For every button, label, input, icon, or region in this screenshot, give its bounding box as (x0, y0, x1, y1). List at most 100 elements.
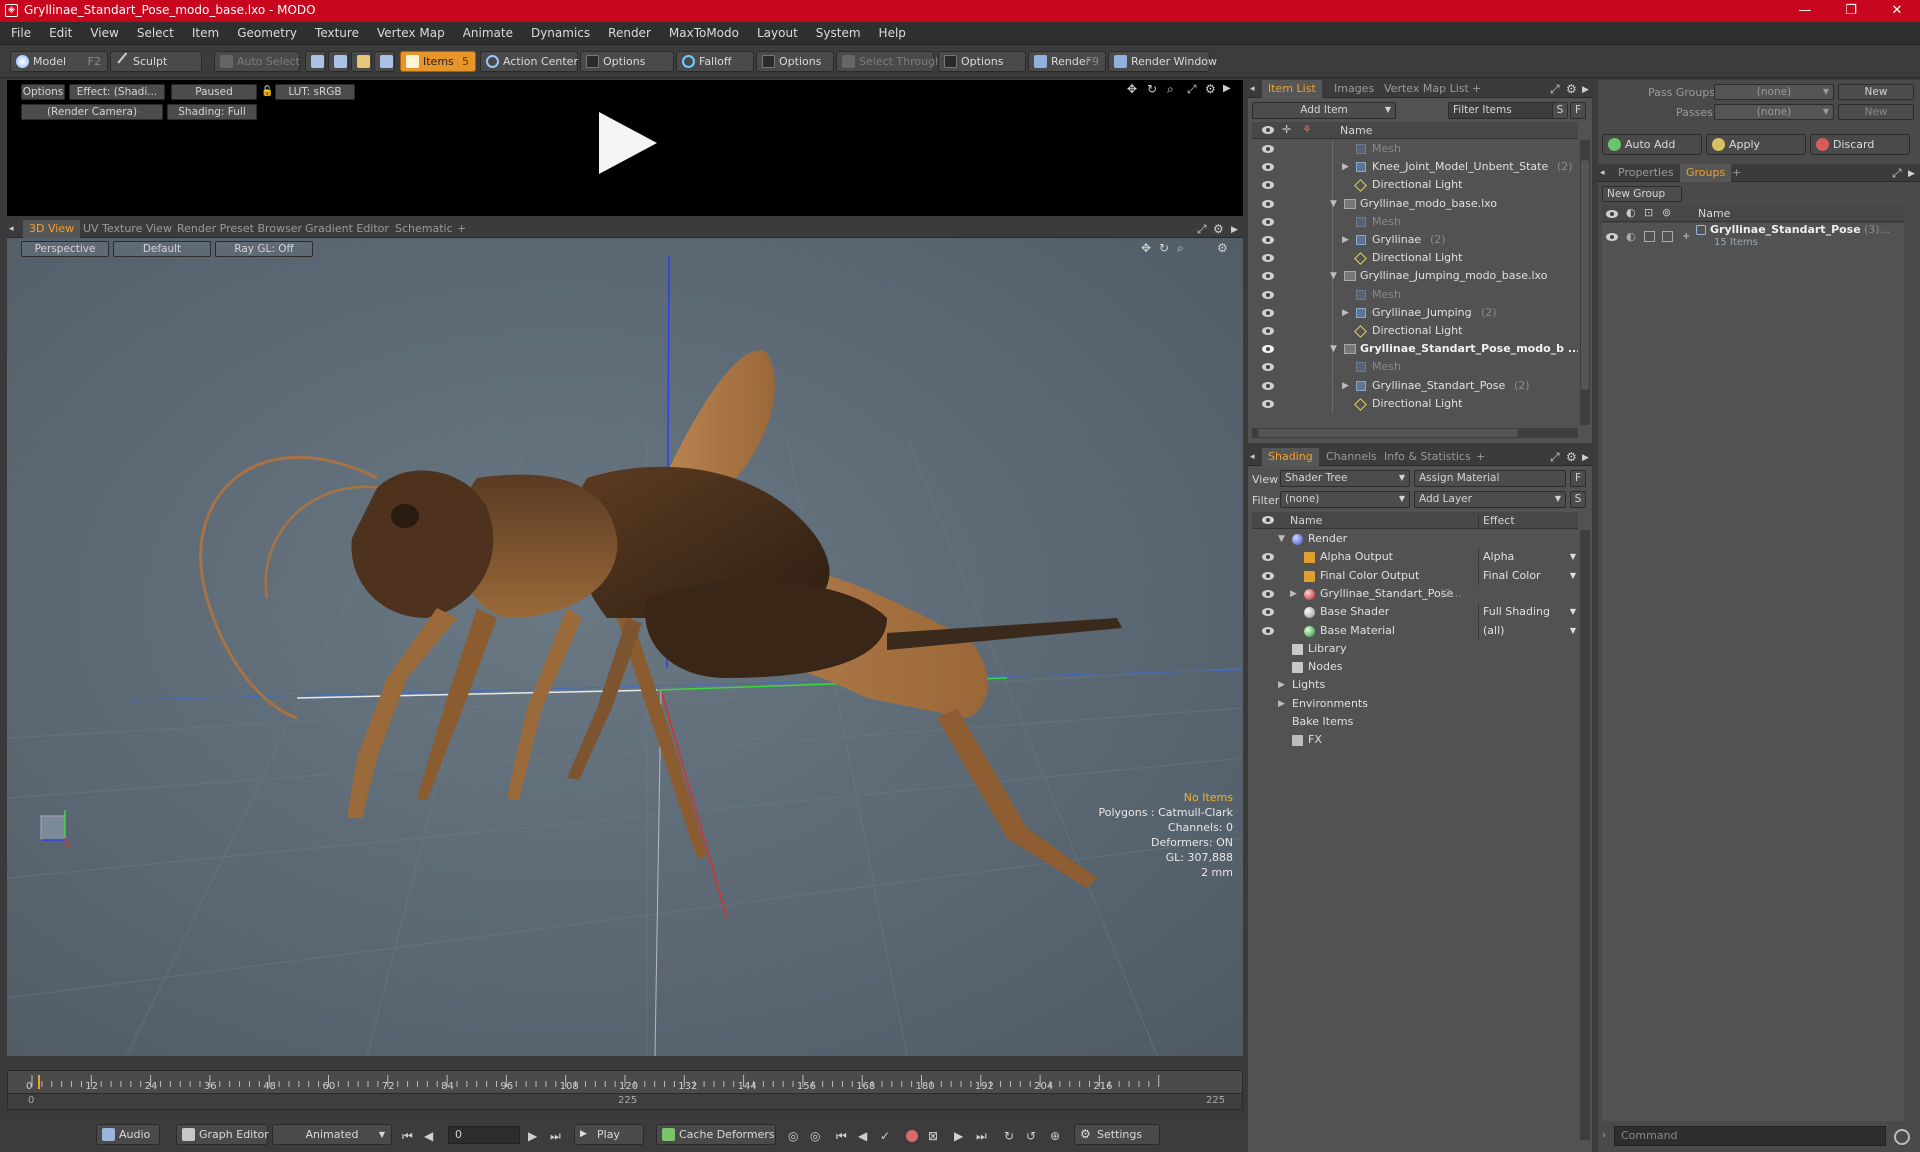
group-select-checkbox[interactable] (1662, 231, 1673, 242)
shader-tree-row[interactable]: Alpha Output Alpha ▼ (1252, 548, 1578, 567)
visibility-eye-icon[interactable] (1262, 381, 1274, 390)
item-list-tree[interactable]: Mesh ▶ Knee_Joint_Model_Unbent_State (2) Dir… (1252, 140, 1578, 425)
falloff-options-button[interactable]: Options (756, 51, 834, 72)
visibility-eye-icon[interactable] (1262, 571, 1274, 580)
item-list-row[interactable]: ▼ Gryllinae_Jumping_modo_base.lxo (1252, 267, 1578, 286)
add-tab-button[interactable]: + (451, 220, 472, 238)
visibility-eye-icon[interactable] (1262, 626, 1274, 635)
item-list-row[interactable]: Mesh (1252, 140, 1578, 158)
effect-dropdown[interactable]: Final Color ▼ (1478, 566, 1578, 585)
menu-dynamics[interactable]: Dynamics (522, 22, 599, 45)
shading-s-button[interactable]: S (1570, 491, 1586, 508)
render-camera-dropdown[interactable]: (Render Camera) (21, 104, 163, 120)
step-back-icon[interactable]: ◀ (424, 1130, 433, 1142)
snap-icon[interactable]: ⊕ (1050, 1130, 1060, 1142)
item-list-row[interactable]: Directional Light (1252, 176, 1578, 195)
maximize-panel-icon[interactable]: ⤢ (1550, 451, 1560, 463)
next-key-icon[interactable]: ▶ (954, 1130, 963, 1142)
set-key-icon[interactable]: ✓ (880, 1130, 890, 1142)
key-icon[interactable]: ◎ (788, 1130, 798, 1142)
item-list-row[interactable]: Directional Light (1252, 249, 1578, 268)
command-expand-icon[interactable]: › (1602, 1130, 1606, 1141)
timeline-playhead[interactable] (38, 1075, 40, 1089)
go-to-start-icon[interactable]: ⏮ (402, 1130, 413, 1142)
key-delete-icon[interactable]: ⊠ (928, 1130, 938, 1142)
expand-arrow-icon[interactable]: ▶ (1342, 231, 1349, 249)
expand-arrow-icon[interactable]: ▶ (1342, 377, 1349, 395)
visibility-eye-icon[interactable] (1262, 589, 1274, 598)
move-view-icon[interactable]: ✥ (1127, 83, 1137, 95)
settings-button[interactable]: ⚙ Settings (1074, 1124, 1160, 1145)
select-edges-button[interactable] (328, 51, 349, 72)
visibility-eye-icon[interactable] (1262, 217, 1274, 226)
audio-button[interactable]: Audio (96, 1124, 160, 1145)
visibility-eye-icon[interactable] (1262, 608, 1274, 617)
group-visibility-icon[interactable] (1606, 233, 1618, 241)
visibility-eye-icon[interactable] (1262, 327, 1274, 335)
render-window-button[interactable]: Render Window (1108, 51, 1217, 72)
preview-effect-dropdown[interactable]: Effect: (Shadi... (69, 84, 165, 100)
select-column-icon[interactable]: ⊚ (1662, 206, 1671, 219)
visibility-column-icon[interactable] (1262, 516, 1274, 524)
falloff-button[interactable]: Falloff (676, 51, 754, 72)
item-list-row[interactable]: ▼ Gryllinae_modo_base.lxo (1252, 194, 1578, 213)
menu-maxtomodo[interactable]: MaxToModo (660, 22, 748, 45)
render-column-icon[interactable]: ⚘ (1302, 123, 1312, 136)
play-render-icon[interactable] (591, 108, 661, 178)
action-center-button[interactable]: Action Center (480, 51, 578, 72)
cache-deformers-button[interactable]: Cache Deformers (656, 1124, 776, 1145)
select-through-button[interactable]: Select Through (836, 51, 942, 72)
preview-paused-button[interactable]: Paused (171, 84, 257, 100)
name-column-header[interactable]: Name (1290, 514, 1322, 527)
timeline[interactable]: 0 12 24 36 48 60 72 84 96 108 120 132 144 156 168 180 19… (7, 1070, 1243, 1110)
shader-tree-row[interactable]: Final Color Output Final Color ▼ (1252, 566, 1578, 585)
visibility-eye-icon[interactable] (1262, 399, 1274, 408)
render-button[interactable]: Render F9 (1028, 51, 1106, 72)
select-materials-button[interactable] (374, 51, 395, 72)
select-vertices-button[interactable] (305, 51, 326, 72)
tab-3d-view[interactable]: 3D View (23, 220, 81, 238)
expand-arrow-icon[interactable]: ▶ (1342, 158, 1349, 176)
visibility-eye-icon[interactable] (1262, 236, 1274, 244)
close-button[interactable]: ✕ (1874, 0, 1920, 22)
key-back-icon[interactable]: ◀ (858, 1130, 867, 1142)
pass-groups-dropdown[interactable]: (none) ▼ (1714, 84, 1834, 100)
menu-edit[interactable]: Edit (40, 22, 81, 45)
visibility-eye-icon[interactable] (1262, 290, 1274, 299)
menu-item[interactable]: Item (183, 22, 228, 45)
tab-uv-texture-view[interactable]: UV Texture View (77, 220, 178, 238)
shader-tree-row[interactable]: Base Material (all) ▼ (1252, 621, 1578, 640)
group-render-icon[interactable]: ◐ (1626, 230, 1636, 243)
play-button[interactable]: ▶ Play (574, 1124, 644, 1145)
item-list-row[interactable]: ▶ Gryllinae_Jumping (2) (1252, 303, 1578, 322)
lock-column-icon[interactable]: ⊡ (1644, 206, 1653, 219)
last-key-icon[interactable]: ⏭ (976, 1130, 987, 1142)
zoom-view-icon[interactable]: ⌕ (1167, 83, 1174, 95)
tab-images[interactable]: Images (1328, 80, 1380, 98)
frame-input[interactable]: 0 (448, 1126, 520, 1144)
select-polygons-button[interactable] (351, 51, 372, 72)
effect-dropdown[interactable]: Full Shading ▼ (1478, 603, 1578, 622)
tab-schematic[interactable]: Schematic (389, 220, 459, 238)
tab-item-list[interactable]: Item List (1262, 80, 1322, 98)
menu-help[interactable]: Help (870, 22, 915, 45)
shader-tree-scrollbar[interactable] (1580, 530, 1590, 1140)
collapse-arrow-icon[interactable]: ▼ (1330, 267, 1337, 285)
3d-viewport[interactable]: Perspective Default Ray GL: Off ✥ ↻ ⌕ ⚙ (7, 238, 1243, 1056)
visibility-eye-icon[interactable] (1262, 181, 1274, 190)
item-list-row[interactable]: Mesh (1252, 212, 1578, 231)
items-mode-button[interactable]: Items 5 (400, 51, 476, 72)
maximize-button[interactable]: ❐ (1828, 0, 1874, 22)
shader-tree-row[interactable]: ▼ Render (1252, 530, 1578, 548)
maximize-panel-icon[interactable]: ⤢ (1550, 83, 1560, 95)
tab-channels[interactable]: Channels (1320, 448, 1383, 466)
auto-add-button[interactable]: Auto Add (1602, 134, 1702, 155)
shader-tree-row[interactable]: Nodes (1252, 658, 1578, 676)
shader-tree-row[interactable]: ▶ Environments (1252, 695, 1578, 713)
filter-f-button[interactable]: F (1570, 102, 1586, 119)
sculpt-mode-button[interactable]: Sculpt (110, 51, 202, 72)
new-pass-button[interactable]: New (1838, 104, 1914, 120)
panel-arrow-icon[interactable]: ▶ (1908, 168, 1915, 180)
tab-vertex-map-list[interactable]: Vertex Map List (1378, 80, 1475, 98)
bounce-icon[interactable]: ↺ (1026, 1130, 1036, 1142)
